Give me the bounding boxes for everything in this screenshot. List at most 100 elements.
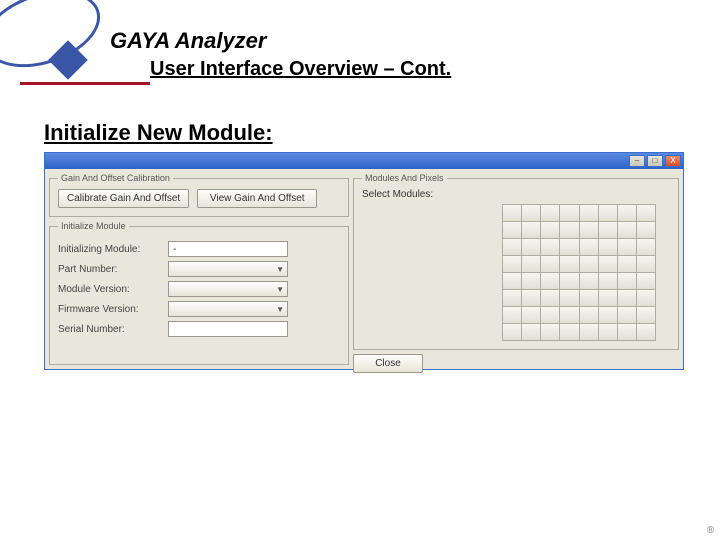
module-cell[interactable] — [599, 273, 617, 289]
firmware-version-combo[interactable]: ▼ — [168, 301, 288, 317]
module-cell[interactable] — [580, 256, 598, 272]
module-cell[interactable] — [599, 239, 617, 255]
module-cell[interactable] — [522, 307, 540, 323]
module-cell[interactable] — [503, 324, 521, 340]
maximize-button[interactable]: □ — [647, 155, 663, 167]
module-cell[interactable] — [618, 239, 636, 255]
chevron-down-icon: ▼ — [276, 285, 284, 294]
chevron-down-icon: ▼ — [276, 265, 284, 274]
module-cell[interactable] — [580, 273, 598, 289]
module-cell[interactable] — [637, 256, 655, 272]
module-cell[interactable] — [637, 307, 655, 323]
module-cell[interactable] — [522, 256, 540, 272]
module-cell[interactable] — [599, 290, 617, 306]
module-cell[interactable] — [522, 222, 540, 238]
logo-ellipse-icon — [0, 0, 110, 81]
module-cell[interactable] — [503, 222, 521, 238]
module-cell[interactable] — [560, 256, 578, 272]
module-version-combo[interactable]: ▼ — [168, 281, 288, 297]
initializing-module-value: - — [168, 241, 288, 257]
module-grid[interactable] — [502, 204, 656, 341]
dialog-window: – □ X Gain And Offset Calibration Calibr… — [44, 152, 684, 370]
module-cell[interactable] — [618, 205, 636, 221]
module-cell[interactable] — [503, 290, 521, 306]
module-cell[interactable] — [503, 307, 521, 323]
module-cell[interactable] — [580, 290, 598, 306]
module-cell[interactable] — [541, 307, 559, 323]
initialize-module-legend: Initialize Module — [58, 221, 129, 231]
section-title: Initialize New Module: — [44, 120, 720, 146]
module-cell[interactable] — [618, 290, 636, 306]
module-cell[interactable] — [599, 324, 617, 340]
module-cell[interactable] — [522, 324, 540, 340]
module-cell[interactable] — [541, 205, 559, 221]
header-red-accent — [20, 82, 150, 85]
module-cell[interactable] — [599, 256, 617, 272]
module-cell[interactable] — [522, 273, 540, 289]
close-button[interactable]: Close — [353, 354, 423, 373]
module-cell[interactable] — [541, 256, 559, 272]
part-number-combo[interactable]: ▼ — [168, 261, 288, 277]
module-cell[interactable] — [580, 307, 598, 323]
view-gain-offset-button[interactable]: View Gain And Offset — [197, 189, 317, 208]
module-cell[interactable] — [503, 239, 521, 255]
module-cell[interactable] — [618, 324, 636, 340]
slide-subtitle: User Interface Overview – Cont. — [150, 58, 451, 81]
firmware-version-label: Firmware Version: — [58, 304, 168, 315]
module-cell[interactable] — [637, 239, 655, 255]
module-cell[interactable] — [637, 205, 655, 221]
module-cell[interactable] — [560, 239, 578, 255]
module-cell[interactable] — [560, 290, 578, 306]
module-cell[interactable] — [637, 324, 655, 340]
calibrate-gain-offset-button[interactable]: Calibrate Gain And Offset — [58, 189, 189, 208]
module-cell[interactable] — [560, 273, 578, 289]
module-cell[interactable] — [541, 222, 559, 238]
module-cell[interactable] — [541, 239, 559, 255]
registered-mark: ® — [707, 525, 714, 536]
module-cell[interactable] — [618, 307, 636, 323]
modules-pixels-group: Modules And Pixels Select Modules: — [353, 173, 679, 350]
module-cell[interactable] — [580, 222, 598, 238]
module-cell[interactable] — [637, 273, 655, 289]
module-cell[interactable] — [560, 324, 578, 340]
module-cell[interactable] — [522, 205, 540, 221]
window-titlebar: – □ X — [45, 153, 683, 169]
slide-header: GAYA Analyzer User Interface Overview – … — [0, 0, 720, 92]
module-cell[interactable] — [580, 239, 598, 255]
module-cell[interactable] — [618, 273, 636, 289]
module-cell[interactable] — [503, 205, 521, 221]
serial-number-label: Serial Number: — [58, 324, 168, 335]
initializing-module-label: Initializing Module: — [58, 244, 168, 255]
part-number-label: Part Number: — [58, 264, 168, 275]
initialize-module-group: Initialize Module Initializing Module: -… — [49, 221, 349, 365]
minimize-button[interactable]: – — [629, 155, 645, 167]
serial-number-value — [168, 321, 288, 337]
select-modules-label: Select Modules: — [362, 189, 670, 200]
module-cell[interactable] — [560, 222, 578, 238]
module-cell[interactable] — [580, 205, 598, 221]
module-cell[interactable] — [541, 324, 559, 340]
module-cell[interactable] — [637, 290, 655, 306]
module-cell[interactable] — [599, 205, 617, 221]
module-cell[interactable] — [599, 307, 617, 323]
module-cell[interactable] — [541, 290, 559, 306]
module-cell[interactable] — [522, 239, 540, 255]
module-cell[interactable] — [541, 273, 559, 289]
chevron-down-icon: ▼ — [276, 305, 284, 314]
module-cell[interactable] — [522, 290, 540, 306]
module-cell[interactable] — [560, 205, 578, 221]
modules-pixels-legend: Modules And Pixels — [362, 173, 447, 183]
window-close-button[interactable]: X — [665, 155, 681, 167]
gain-offset-group: Gain And Offset Calibration Calibrate Ga… — [49, 173, 349, 217]
module-cell[interactable] — [560, 307, 578, 323]
module-cell[interactable] — [618, 222, 636, 238]
gain-offset-legend: Gain And Offset Calibration — [58, 173, 173, 183]
module-version-label: Module Version: — [58, 284, 168, 295]
product-title: GAYA Analyzer — [110, 28, 266, 54]
module-cell[interactable] — [503, 256, 521, 272]
module-cell[interactable] — [599, 222, 617, 238]
module-cell[interactable] — [580, 324, 598, 340]
module-cell[interactable] — [503, 273, 521, 289]
module-cell[interactable] — [637, 222, 655, 238]
module-cell[interactable] — [618, 256, 636, 272]
